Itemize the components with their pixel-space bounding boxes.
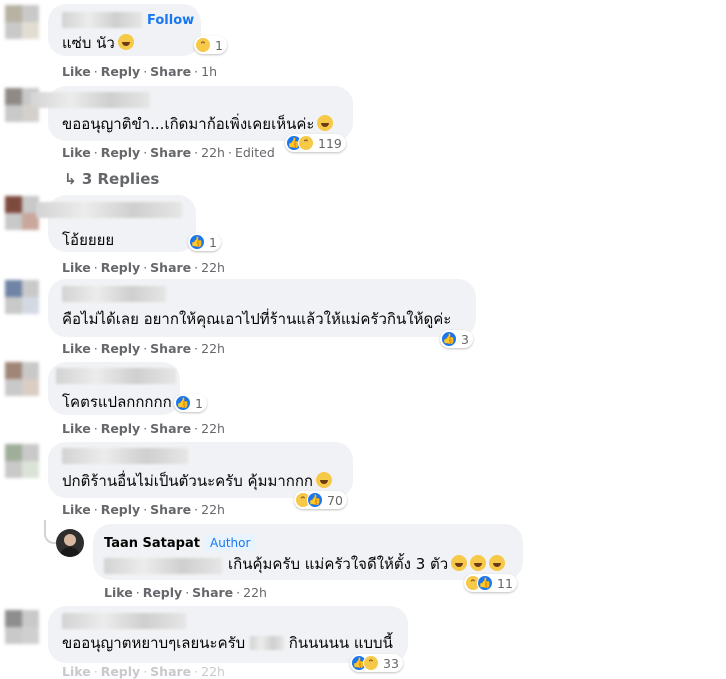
share-link[interactable]: Share <box>150 502 191 517</box>
comment-actions: Like · Reply · Share · 22h <box>62 260 225 275</box>
view-replies-link[interactable]: ↳ 3 Replies <box>64 170 159 188</box>
comment-actions: Like · Reply · Share · 22h <box>62 341 225 356</box>
laughing-emoji-icon <box>470 555 487 571</box>
share-link[interactable]: Share <box>150 260 191 275</box>
timestamp[interactable]: 22h <box>201 145 225 160</box>
reaction-count[interactable]: 👍 3 <box>440 330 473 348</box>
like-link[interactable]: Like <box>62 260 91 275</box>
like-icon: 👍 <box>307 492 323 508</box>
avatar[interactable] <box>5 362 39 396</box>
reply-link[interactable]: Reply <box>101 664 140 679</box>
share-link[interactable]: Share <box>150 64 191 79</box>
reply-author-name[interactable]: Taan Satapat <box>104 536 200 551</box>
reaction-count[interactable]: ᵔ 👍 11 <box>464 574 517 592</box>
like-link[interactable]: Like <box>62 64 91 79</box>
share-link[interactable]: Share <box>150 664 191 679</box>
timestamp[interactable]: 1h <box>201 64 217 79</box>
reply-link[interactable]: Reply <box>101 260 140 275</box>
reply-link[interactable]: Reply <box>101 145 140 160</box>
timestamp[interactable]: 22h <box>201 421 225 436</box>
timestamp[interactable]: 22h <box>201 260 225 275</box>
reply-text: เกินคุ้มครับ แม่ครัวใจดีให้ตั้ง 3 ตัว <box>228 555 506 573</box>
laughing-emoji-icon <box>489 555 506 571</box>
reply-link[interactable]: Reply <box>101 421 140 436</box>
commenter-name[interactable] <box>62 613 186 629</box>
like-link[interactable]: Like <box>62 664 91 679</box>
like-link[interactable]: Like <box>62 502 91 517</box>
commenter-name[interactable] <box>62 448 188 464</box>
comment-text: โอ้ยยยย <box>62 231 115 249</box>
haha-icon: ᵔ <box>195 37 211 53</box>
timestamp[interactable]: 22h <box>201 341 225 356</box>
timestamp[interactable]: 22h <box>201 502 225 517</box>
comment-text: ปกติร้านอื่นไม่เป็นตัวนะครับ คุ้มมากกก <box>62 472 333 490</box>
reaction-count[interactable]: ᵔ 1 <box>194 36 227 54</box>
share-link[interactable]: Share <box>192 585 233 600</box>
comment-text: ขออนุญาตหยาบๆเลยนะครับ กินนนนน แบบนี้ <box>62 634 393 652</box>
reply-link[interactable]: Reply <box>101 64 140 79</box>
thread-connector <box>44 520 56 544</box>
laughing-emoji-icon <box>316 472 333 488</box>
reaction-count[interactable]: 👍 1 <box>188 233 221 251</box>
reply-actions: Like · Reply · Share · 22h <box>104 585 267 600</box>
comment-text: คือไม่ได้เลย อยากให้คุณเอาไปที่ร้านแล้วใ… <box>62 310 452 328</box>
reaction-count[interactable]: 👍 ᵔ 33 <box>350 654 403 672</box>
avatar[interactable] <box>5 5 39 39</box>
like-link[interactable]: Like <box>62 145 91 160</box>
avatar[interactable] <box>5 610 39 644</box>
reaction-count[interactable]: 👍 1 <box>174 394 207 412</box>
comment-actions: Like · Reply · Share · 1h <box>62 64 218 79</box>
edited-label: Edited <box>234 145 275 160</box>
author-badge: Author <box>205 535 256 551</box>
reaction-count[interactable]: 👍 ᵔ 119 <box>285 134 346 152</box>
avatar[interactable] <box>5 196 39 230</box>
comment-text: โคตรแปลกกกกก <box>62 393 172 411</box>
author-avatar[interactable] <box>56 529 84 557</box>
timestamp[interactable]: 22h <box>201 664 225 679</box>
comment-text: ขออนุญาติขำ...เกิดมาก้อเพิ่งเคยเห็นค่ะ <box>62 115 334 133</box>
comment-text: แซ่บ นัว <box>62 34 134 52</box>
like-link[interactable]: Like <box>104 585 133 600</box>
reply-arrow-icon: ↳ <box>64 170 77 188</box>
follow-link[interactable]: Follow <box>147 13 194 28</box>
blurred-word <box>249 636 284 650</box>
share-link[interactable]: Share <box>150 421 191 436</box>
reply-link[interactable]: Reply <box>101 502 140 517</box>
reply-link[interactable]: Reply <box>101 341 140 356</box>
share-link[interactable]: Share <box>150 145 191 160</box>
like-icon: 👍 <box>477 575 493 591</box>
mentioned-name[interactable] <box>104 558 222 574</box>
commenter-name[interactable] <box>30 92 150 108</box>
reply-link[interactable]: Reply <box>143 585 182 600</box>
like-link[interactable]: Like <box>62 341 91 356</box>
comment-actions: Like · Reply · Share · 22h <box>62 421 225 436</box>
laughing-emoji-icon <box>451 555 468 571</box>
laughing-emoji-icon <box>117 34 134 50</box>
commenter-name[interactable] <box>62 12 142 28</box>
commenter-name[interactable] <box>56 368 176 384</box>
haha-icon: ᵔ <box>363 655 379 671</box>
haha-icon: ᵔ <box>298 135 314 151</box>
avatar[interactable] <box>5 280 39 314</box>
reaction-count[interactable]: ᵔ 👍 70 <box>294 491 347 509</box>
like-icon: 👍 <box>175 395 191 411</box>
comment-actions: Like · Reply · Share · 22h · Edited <box>62 145 275 160</box>
like-link[interactable]: Like <box>62 421 91 436</box>
timestamp[interactable]: 22h <box>243 585 267 600</box>
like-icon: 👍 <box>441 331 457 347</box>
comment-actions: Like · Reply · Share · 22h <box>62 502 225 517</box>
avatar[interactable] <box>5 444 39 478</box>
like-icon: 👍 <box>189 234 205 250</box>
share-link[interactable]: Share <box>150 341 191 356</box>
commenter-name[interactable] <box>62 286 166 302</box>
laughing-emoji-icon <box>317 115 334 131</box>
commenter-name[interactable] <box>36 202 182 218</box>
comment-actions: Like · Reply · Share · 22h <box>62 664 225 679</box>
